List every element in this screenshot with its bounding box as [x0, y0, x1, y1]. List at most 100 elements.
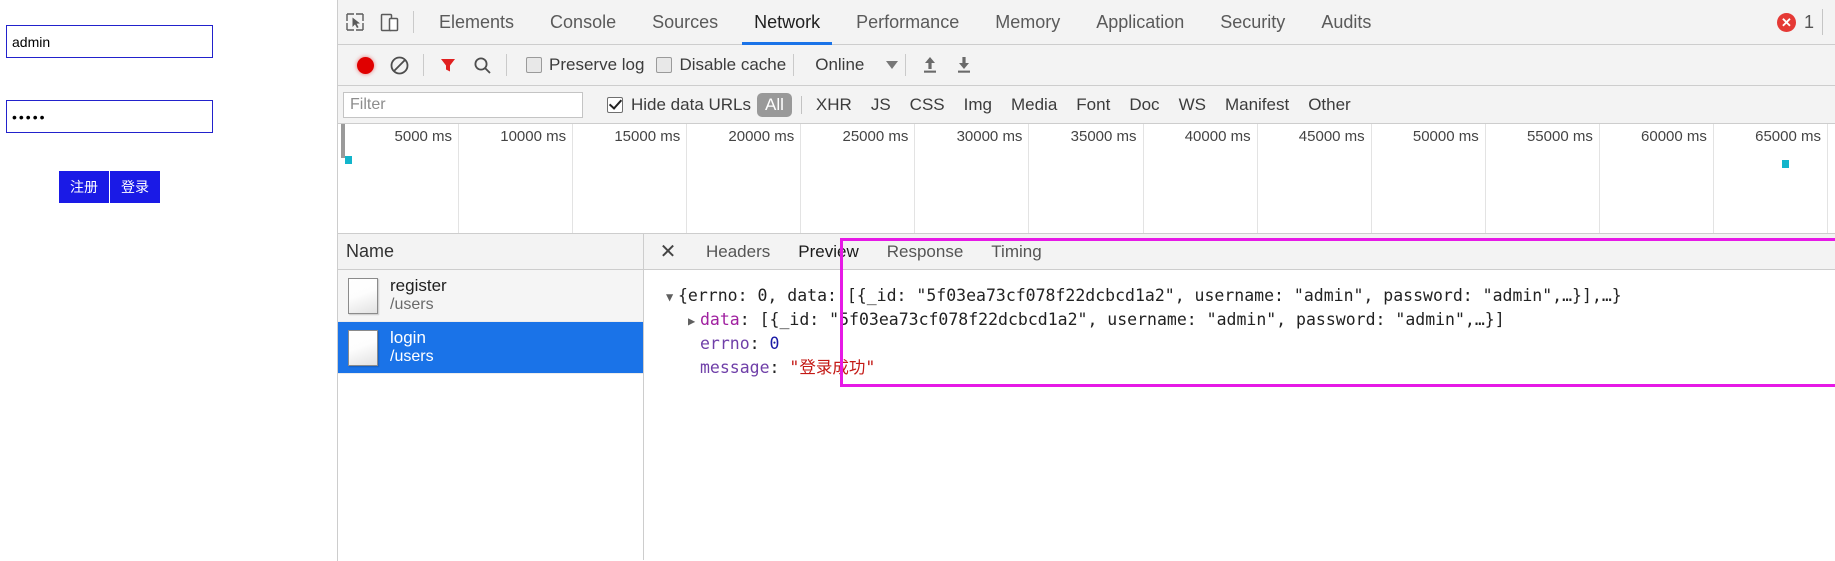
document-icon	[348, 329, 378, 366]
overview-tick-label: 60000 ms	[1641, 128, 1707, 145]
request-name: register	[390, 276, 447, 296]
tab-timing[interactable]: Timing	[977, 234, 1055, 270]
device-toolbar-icon[interactable]	[372, 5, 406, 39]
tab-headers[interactable]: Headers	[692, 234, 784, 270]
filter-funnel-icon[interactable]	[431, 48, 465, 82]
overview-tick: 35000 ms	[1029, 124, 1144, 233]
type-filter-js[interactable]: JS	[863, 93, 899, 117]
login-button[interactable]: 登录	[110, 171, 160, 203]
overview-tick: 25000 ms	[801, 124, 916, 233]
overview-tick: 55000 ms	[1486, 124, 1600, 233]
resource-type-filters: All XHR JS CSS Img Media Font Doc WS Man…	[757, 92, 1362, 117]
table-row[interactable]: login /users	[338, 322, 643, 374]
toolbar-divider-1	[423, 54, 424, 76]
overview-tick-label: 30000 ms	[956, 128, 1023, 145]
overview-tick-label: 40000 ms	[1184, 128, 1251, 145]
json-key-data: data	[700, 310, 740, 329]
network-filter-row: Hide data URLs All XHR JS CSS Img Media …	[338, 86, 1835, 124]
type-filter-css[interactable]: CSS	[902, 93, 953, 117]
network-toolbar: Preserve log Disable cache Online	[338, 45, 1835, 86]
toolbar-divider-3	[793, 54, 795, 76]
clear-network-icon[interactable]	[382, 48, 416, 82]
overview-tick-label: 65000 ms	[1755, 128, 1821, 145]
tab-elements[interactable]: Elements	[421, 0, 532, 45]
requests-column-header[interactable]: Name	[338, 234, 643, 270]
toolbar-divider-4	[905, 54, 907, 76]
tab-performance[interactable]: Performance	[838, 0, 977, 45]
overview-tick: 10000 ms	[459, 124, 574, 233]
tab-memory[interactable]: Memory	[977, 0, 1078, 45]
table-row[interactable]: register /users	[338, 270, 643, 322]
overview-tick: 50000 ms	[1372, 124, 1486, 233]
json-root-text: {errno: 0, data: [{_id: "5f03ea73cf078f2…	[678, 286, 1622, 305]
triangle-right-icon[interactable]: ▶	[688, 313, 700, 331]
toolbar-divider-2	[506, 54, 507, 76]
type-filter-xhr[interactable]: XHR	[808, 93, 860, 117]
inspect-cursor-icon[interactable]	[338, 5, 372, 39]
overview-left-boundary[interactable]	[341, 124, 345, 158]
type-filter-all[interactable]: All	[757, 92, 792, 117]
export-har-icon[interactable]	[947, 48, 981, 82]
type-filter-ws[interactable]: WS	[1171, 93, 1214, 117]
error-counter[interactable]: ✕ 1	[1776, 11, 1822, 33]
overview-tick-label: 10000 ms	[500, 128, 567, 145]
tab-security[interactable]: Security	[1202, 0, 1303, 45]
disable-cache-checkbox[interactable]	[656, 57, 673, 73]
username-input[interactable]	[6, 25, 213, 58]
error-icon: ✕	[1776, 12, 1796, 32]
devtools-screenshot: 注册 登录 Elements Console Sources Netw	[0, 0, 1835, 561]
hide-data-urls-toggle[interactable]: Hide data URLs	[607, 95, 751, 115]
overview-tick: 15000 ms	[573, 124, 688, 233]
type-filter-media[interactable]: Media	[1003, 93, 1065, 117]
tab-application[interactable]: Application	[1078, 0, 1202, 45]
throttling-select[interactable]: Online	[815, 55, 899, 75]
tabbar-end-divider	[1822, 9, 1823, 35]
json-preview: ▼ {errno: 0, data: [{_id: "5f03ea73cf078f…	[644, 270, 1835, 560]
json-value-data: [{_id: "5f03ea73cf078f22dcbcd1a2", usern…	[759, 310, 1505, 329]
type-filter-doc[interactable]: Doc	[1121, 93, 1167, 117]
disable-cache-toggle[interactable]: Disable cache	[656, 55, 786, 75]
hide-data-urls-checkbox[interactable]	[607, 96, 623, 113]
type-filter-font[interactable]: Font	[1068, 93, 1118, 117]
type-filter-img[interactable]: Img	[956, 93, 1000, 117]
overview-ticks: 5000 ms 10000 ms 15000 ms 20000 ms 25000 ms 3…	[338, 124, 1835, 233]
devtools-panel: Elements Console Sources Network Perform…	[337, 0, 1835, 561]
overview-tick-label: 45000 ms	[1298, 128, 1365, 145]
register-button[interactable]: 注册	[59, 171, 109, 203]
json-root-line[interactable]: ▼ {errno: 0, data: [{_id: "5f03ea73cf078f…	[666, 284, 1835, 308]
tab-preview[interactable]: Preview	[784, 234, 872, 270]
triangle-down-icon[interactable]: ▼	[666, 289, 678, 307]
preserve-log-toggle[interactable]: Preserve log	[526, 55, 644, 75]
close-icon[interactable]: ✕	[654, 238, 682, 266]
request-path: /users	[390, 348, 434, 366]
request-name: login	[390, 328, 426, 348]
import-har-icon[interactable]	[913, 48, 947, 82]
tab-network[interactable]: Network	[736, 0, 838, 45]
type-filter-divider	[800, 95, 802, 114]
tab-audits[interactable]: Audits	[1303, 0, 1389, 45]
preserve-log-checkbox[interactable]	[526, 57, 542, 73]
tab-response[interactable]: Response	[873, 234, 978, 270]
type-filter-other[interactable]: Other	[1300, 93, 1359, 117]
hide-data-urls-label: Hide data URLs	[631, 94, 752, 114]
json-key-errno: errno	[700, 334, 750, 353]
throttling-value: Online	[815, 55, 865, 74]
error-count-label: 1	[1803, 11, 1814, 32]
network-overview-timeline[interactable]: 5000 ms 10000 ms 15000 ms 20000 ms 25000 ms 3…	[338, 124, 1835, 234]
preserve-log-label: Preserve log	[549, 55, 645, 74]
record-stop-icon[interactable]	[348, 48, 382, 82]
password-input[interactable]	[6, 100, 213, 133]
type-filter-manifest[interactable]: Manifest	[1217, 93, 1297, 117]
filter-input[interactable]	[343, 91, 583, 118]
overview-tick: 65000 ms	[1714, 124, 1828, 233]
overview-tick: 20000 ms	[687, 124, 802, 233]
json-data-line[interactable]: ▶ data: [{_id: "5f03ea73cf078f22dcbcd1a2"…	[666, 308, 1835, 332]
overview-tick-label: 25000 ms	[842, 128, 909, 145]
tab-console[interactable]: Console	[532, 0, 634, 45]
search-icon[interactable]	[465, 48, 499, 82]
request-detail-pane: ✕ Headers Preview Response Timing ▼ {errn…	[644, 234, 1835, 560]
request-path: /users	[390, 296, 434, 314]
tab-sources[interactable]: Sources	[634, 0, 736, 45]
overview-tick: 40000 ms	[1144, 124, 1258, 233]
chevron-down-icon	[886, 61, 899, 69]
